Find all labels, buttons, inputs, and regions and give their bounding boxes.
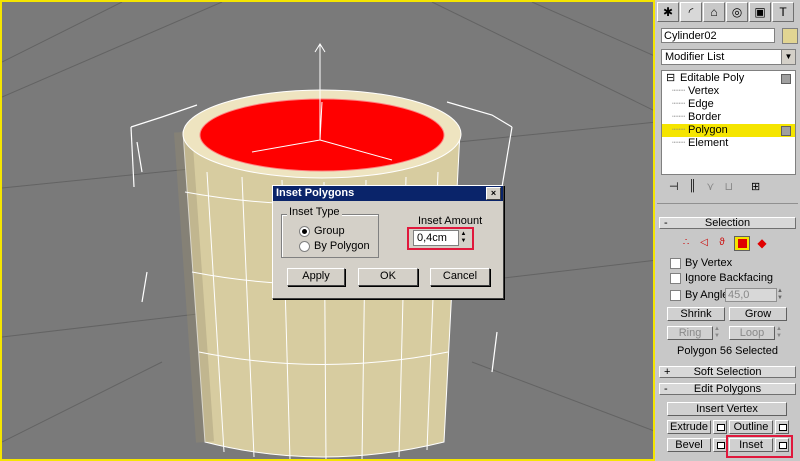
divider: [657, 203, 798, 204]
modifier-list-dropdown[interactable]: Modifier List ▼: [661, 49, 796, 65]
inset-polygons-dialog: Inset Polygons × Inset Type Group By Pol…: [272, 185, 504, 299]
bevel-button[interactable]: Bevel: [667, 438, 711, 452]
apply-button[interactable]: Apply: [287, 268, 345, 286]
angle-spinner[interactable]: ▲ ▼: [777, 288, 785, 302]
configure-sets-icon[interactable]: ⊞: [751, 180, 760, 194]
bevel-settings-icon[interactable]: [713, 438, 727, 452]
tree-line-icon: ┈┈: [672, 111, 686, 123]
command-panel-tabs: ✱ ◜ ⌂ ◎ ▣ T: [657, 2, 798, 24]
stack-item-label: Edge: [688, 98, 714, 110]
loop-spinner[interactable]: ▲ ▼: [776, 326, 785, 340]
dialog-title-bar[interactable]: Inset Polygons ×: [273, 186, 503, 201]
modify-icon[interactable]: ◜: [680, 2, 702, 22]
ok-button[interactable]: OK: [358, 268, 418, 286]
pin-stack-icon[interactable]: ⊣: [669, 180, 679, 194]
edit-polygons-rollout-header[interactable]: - Edit Polygons: [659, 383, 796, 395]
ignore-backfacing-checkbox[interactable]: Ignore Backfacing: [670, 272, 773, 284]
polygon-mode-icon[interactable]: [734, 236, 750, 251]
show-end-result-icon[interactable]: ║: [689, 180, 697, 194]
outline-settings-icon[interactable]: [775, 420, 789, 434]
radio-unselected-icon: [299, 240, 310, 252]
stack-item-editable-poly[interactable]: ⊟ Editable Poly: [662, 72, 795, 85]
stack-item-label: Polygon: [688, 124, 728, 136]
edge-mode-icon[interactable]: ◁: [696, 236, 712, 251]
collapse-icon[interactable]: ⊟: [666, 72, 675, 85]
display-icon[interactable]: ▣: [749, 2, 771, 22]
hierarchy-icon[interactable]: ⌂: [703, 2, 725, 22]
tree-line-icon: ┈┈: [672, 137, 686, 149]
inset-amount-input[interactable]: 0,4cm: [413, 230, 459, 246]
stack-item-label: Border: [688, 111, 722, 123]
grow-button[interactable]: Grow: [729, 307, 787, 321]
stack-toggle-icon[interactable]: [781, 74, 791, 84]
by-vertex-checkbox[interactable]: By Vertex: [670, 257, 732, 269]
radio-selected-icon: [299, 225, 310, 237]
checkbox-icon: [670, 289, 681, 301]
outline-button[interactable]: Outline: [729, 420, 773, 434]
stack-item-label: Editable Poly: [680, 72, 745, 84]
collapse-icon: -: [664, 383, 668, 395]
radio-by-polygon-label: By Polygon: [314, 240, 370, 252]
stack-item-border[interactable]: ┈┈ Border: [662, 111, 795, 124]
inset-amount-spinner[interactable]: ▲ ▼: [458, 231, 468, 245]
element-mode-icon[interactable]: ◆: [754, 236, 770, 251]
stack-item-label: Vertex: [688, 85, 720, 97]
rollout-title: Edit Polygons: [693, 383, 762, 395]
by-angle-checkbox[interactable]: By Angle:: [670, 289, 731, 301]
insert-vertex-button[interactable]: Insert Vertex: [667, 402, 787, 416]
motion-icon[interactable]: ◎: [726, 2, 748, 22]
tree-line-icon: ┈┈: [672, 98, 686, 110]
make-unique-icon[interactable]: ⋎: [706, 180, 714, 194]
chevron-down-icon: ▼: [781, 50, 795, 64]
soft-selection-rollout-header[interactable]: + Soft Selection: [659, 366, 796, 378]
ring-spinner[interactable]: ▲ ▼: [714, 326, 723, 340]
selection-rollout-header[interactable]: - Selection: [659, 217, 796, 229]
stack-item-label: Element: [688, 137, 729, 149]
shrink-button[interactable]: Shrink: [667, 307, 725, 321]
border-mode-icon[interactable]: ϑ: [714, 236, 730, 251]
dialog-title: Inset Polygons: [276, 187, 355, 199]
remove-modifier-icon[interactable]: ⊔: [724, 180, 733, 194]
rollout-title: Selection: [704, 217, 751, 229]
inset-settings-icon[interactable]: [775, 438, 789, 452]
ignore-backfacing-label: Ignore Backfacing: [685, 272, 774, 284]
modifier-stack: ⊟ Editable Poly ┈┈ Vertex ┈┈ Edge ┈┈ Bor…: [661, 70, 796, 175]
selection-status: Polygon 56 Selected: [677, 345, 778, 357]
extrude-button[interactable]: Extrude: [667, 420, 711, 434]
perspective-viewport[interactable]: Inset Polygons × Inset Type Group By Pol…: [0, 0, 655, 461]
radio-by-polygon[interactable]: By Polygon: [299, 240, 370, 252]
command-panel: ✱ ◜ ⌂ ◎ ▣ T Cylinder02 Modifier List ▼ ⊟…: [655, 0, 800, 461]
stack-item-polygon[interactable]: ┈┈ Polygon: [662, 124, 795, 137]
create-icon[interactable]: ✱: [657, 2, 679, 22]
radio-group-label: Group: [314, 225, 345, 237]
by-vertex-label: By Vertex: [685, 257, 733, 269]
vertex-mode-icon[interactable]: ∴: [678, 236, 694, 251]
stack-item-vertex[interactable]: ┈┈ Vertex: [662, 85, 795, 98]
cancel-button[interactable]: Cancel: [430, 268, 490, 286]
tree-line-icon: ┈┈: [672, 85, 686, 97]
close-button[interactable]: ×: [486, 187, 501, 200]
utilities-icon[interactable]: T: [772, 2, 794, 22]
loop-button[interactable]: Loop: [729, 326, 775, 340]
object-color-swatch[interactable]: [782, 28, 798, 44]
extrude-settings-icon[interactable]: [713, 420, 727, 434]
tree-line-icon: ┈┈: [672, 124, 686, 136]
rollout-title: Soft Selection: [693, 366, 762, 378]
inset-amount-label: Inset Amount: [418, 215, 483, 227]
object-name-field[interactable]: Cylinder02: [661, 28, 775, 43]
checkbox-icon: [670, 272, 681, 284]
modifier-list-label: Modifier List: [665, 51, 725, 63]
inset-type-label: Inset Type: [287, 206, 342, 218]
radio-group[interactable]: Group: [299, 225, 345, 237]
inset-button[interactable]: Inset: [729, 438, 773, 452]
checkbox-icon: [670, 257, 681, 269]
stack-item-edge[interactable]: ┈┈ Edge: [662, 98, 795, 111]
stack-toolbar: ⊣ ║ ⋎ ⊔ ⊞: [661, 180, 796, 194]
collapse-icon: -: [664, 217, 668, 229]
ring-button[interactable]: Ring: [667, 326, 713, 340]
expand-icon: +: [664, 366, 671, 378]
angle-input[interactable]: 45,0: [725, 288, 777, 302]
stack-item-element[interactable]: ┈┈ Element: [662, 137, 795, 150]
stack-toggle-icon[interactable]: [781, 126, 791, 136]
